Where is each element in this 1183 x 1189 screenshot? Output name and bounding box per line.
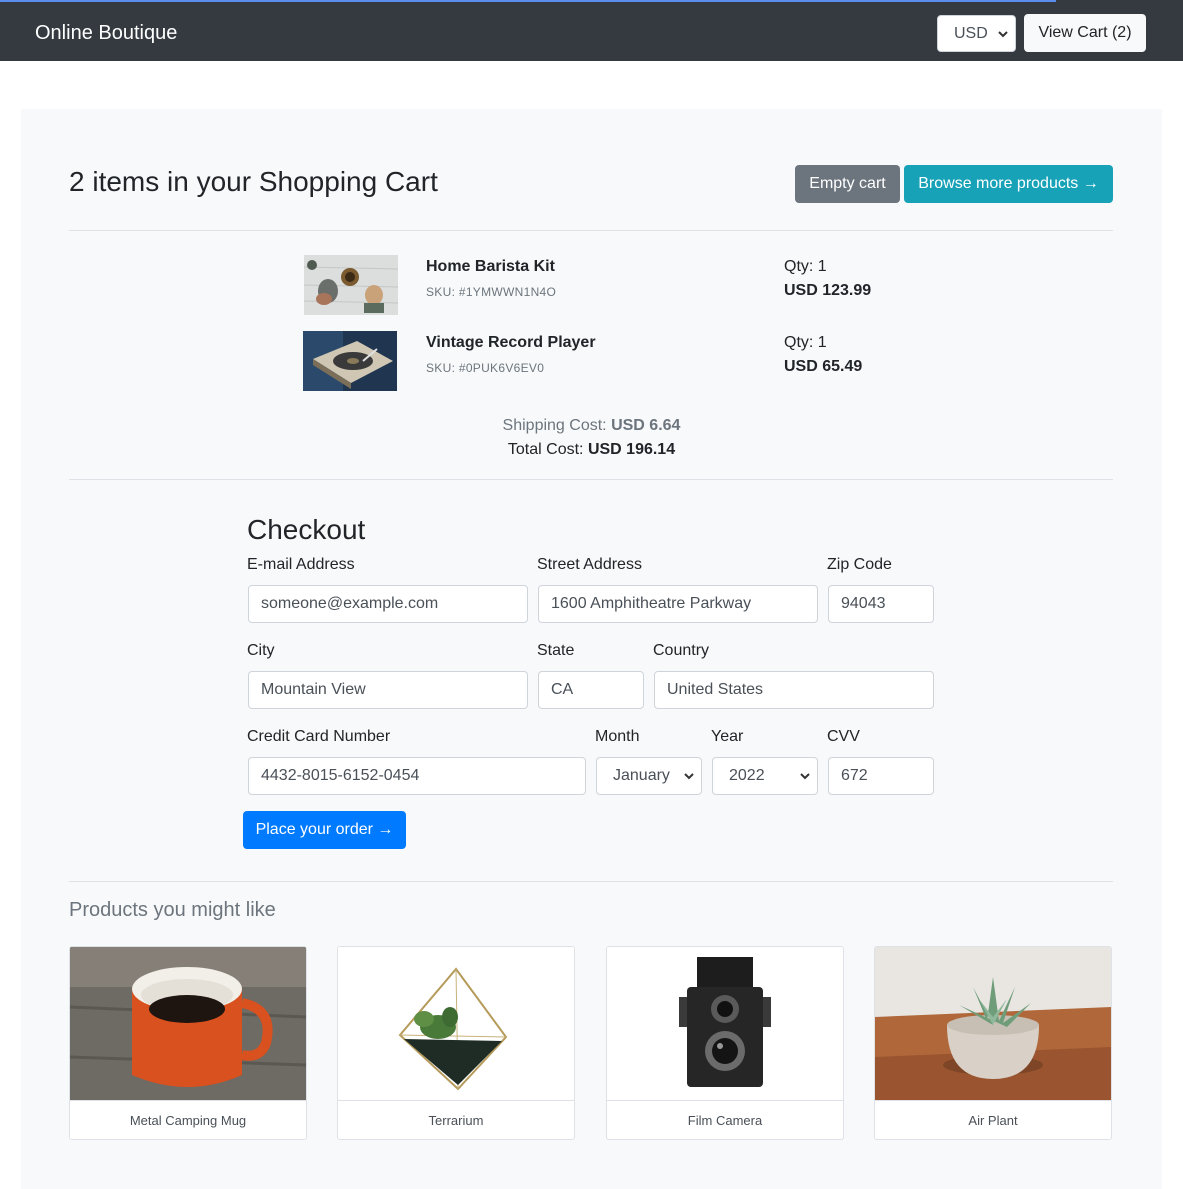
product-name[interactable]: Air Plant: [875, 1113, 1111, 1128]
cart-item-sku: SKU: #0PUK6V6EV0: [426, 361, 545, 375]
cart-item-qty: Qty: 1: [784, 334, 827, 351]
country-label: Country: [653, 642, 710, 659]
shipping-cost: Shipping Cost: USD 6.64: [21, 417, 1162, 435]
cvv-label: CVV: [827, 728, 860, 745]
product-image[interactable]: [875, 947, 1111, 1100]
street-address-label: Street Address: [537, 556, 642, 573]
product-card[interactable]: Terrarium: [337, 946, 575, 1140]
product-card[interactable]: Air Plant: [874, 946, 1112, 1140]
month-select[interactable]: January: [596, 757, 702, 795]
cart-panel: 2 items in your Shopping Cart Empty cart…: [21, 109, 1162, 1189]
email-label: E-mail Address: [247, 556, 355, 573]
city-label: City: [247, 642, 275, 659]
currency-value: USD: [954, 24, 988, 42]
cart-item-qty: Qty: 1: [784, 258, 827, 275]
product-name[interactable]: Film Camera: [607, 1113, 843, 1128]
cart-item-name[interactable]: Vintage Record Player: [426, 334, 596, 352]
brand-logo[interactable]: Online Boutique: [35, 20, 177, 46]
month-value: January: [613, 767, 670, 784]
year-select[interactable]: 2022: [712, 757, 818, 795]
card-divider: [607, 1100, 843, 1101]
browse-more-products-button[interactable]: Browse more products →: [904, 165, 1113, 203]
card-divider: [70, 1100, 306, 1101]
product-name[interactable]: Metal Camping Mug: [70, 1113, 306, 1128]
checkout-title: Checkout: [247, 514, 366, 545]
divider: [69, 881, 1113, 882]
card-divider: [875, 1100, 1111, 1101]
chevron-down-icon: [684, 773, 694, 780]
street-address-field[interactable]: 1600 Amphitheatre Parkway: [538, 585, 818, 623]
state-field[interactable]: CA: [538, 671, 644, 709]
cart-title: 2 items in your Shopping Cart: [69, 166, 438, 197]
month-label: Month: [595, 728, 640, 745]
currency-select[interactable]: USD: [937, 15, 1016, 52]
product-name[interactable]: Terrarium: [338, 1113, 574, 1128]
country-field[interactable]: United States: [654, 671, 934, 709]
chevron-down-icon: [800, 773, 810, 780]
cvv-field[interactable]: 672: [828, 757, 934, 795]
product-card[interactable]: Film Camera: [606, 946, 844, 1140]
divider: [69, 479, 1113, 480]
year-label: Year: [711, 728, 744, 745]
view-cart-button[interactable]: View Cart (2): [1024, 14, 1146, 52]
total-cost: Total Cost: USD 196.14: [21, 441, 1162, 459]
product-image[interactable]: [338, 947, 574, 1100]
top-navbar: Online Boutique USD View Cart (2): [0, 0, 1183, 61]
divider: [69, 230, 1113, 231]
cart-item-image[interactable]: [303, 331, 397, 391]
place-order-button[interactable]: Place your order →: [243, 811, 406, 849]
total-cost-value: USD 196.14: [587, 441, 676, 458]
recommendations-title: Products you might like: [69, 899, 276, 921]
cart-item-price: USD 65.49: [784, 358, 863, 375]
empty-cart-button[interactable]: Empty cart: [795, 165, 900, 203]
city-field[interactable]: Mountain View: [248, 671, 528, 709]
zip-code-label: Zip Code: [827, 556, 892, 573]
shipping-cost-label: Shipping Cost:: [502, 417, 607, 434]
cart-item-sku: SKU: #1YMWWN1N4O: [426, 285, 557, 299]
state-label: State: [537, 642, 575, 659]
card-divider: [338, 1100, 574, 1101]
total-cost-label: Total Cost:: [507, 441, 584, 458]
cart-item-name[interactable]: Home Barista Kit: [426, 258, 555, 276]
chevron-down-icon: [998, 31, 1008, 38]
cart-item-price: USD 123.99: [784, 282, 872, 299]
cart-item-image[interactable]: [304, 255, 398, 315]
shipping-cost-value: USD 6.64: [611, 417, 681, 434]
page-loading-bar: [0, 0, 1056, 2]
product-image[interactable]: [607, 947, 843, 1100]
year-value: 2022: [729, 767, 765, 784]
product-image[interactable]: [70, 947, 306, 1100]
credit-card-label: Credit Card Number: [247, 728, 391, 745]
zip-code-field[interactable]: 94043: [828, 585, 934, 623]
email-field[interactable]: someone@example.com: [248, 585, 528, 623]
credit-card-field[interactable]: 4432-8015-6152-0454: [248, 757, 586, 795]
product-card[interactable]: Metal Camping Mug: [69, 946, 307, 1140]
